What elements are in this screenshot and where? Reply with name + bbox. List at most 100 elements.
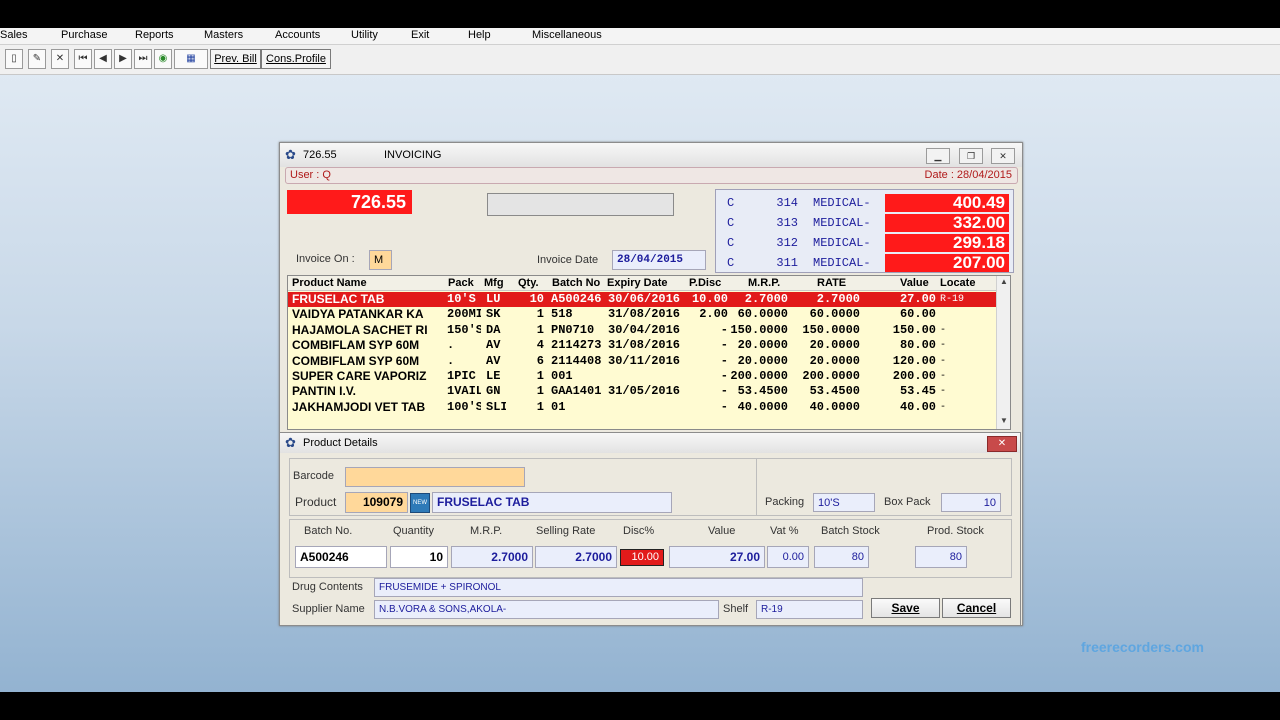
previous-record-icon[interactable]: ◀ — [94, 49, 112, 69]
col-qty: Qty. — [518, 277, 539, 289]
recent-bill-type: C — [727, 196, 735, 210]
cell-batch-no: 01 — [551, 399, 566, 414]
prev-bill-button[interactable]: Prev. Bill — [210, 49, 261, 69]
table-row[interactable]: COMBIFLAM SYP 60M. AV 6 2114408 30/11/2016-2… — [288, 354, 996, 369]
refresh-icon[interactable]: ◉ — [154, 49, 172, 69]
prod-stock-label: Prod. Stock — [927, 525, 984, 537]
menu-exit[interactable]: Exit — [411, 29, 429, 41]
cell-p-disc: - — [720, 338, 728, 353]
cons-profile-button[interactable]: Cons.Profile — [261, 49, 331, 69]
recent-bill-row[interactable]: C 312 MEDICAL- 299.18 — [716, 234, 1013, 252]
col-locate: Locate — [940, 277, 976, 289]
table-row-selected[interactable]: FRUSELAC TAB 10'S LU 10 A500246 30/06/2016 10.… — [288, 292, 996, 307]
mrp-label: M.R.P. — [470, 525, 503, 537]
invoice-on-field[interactable]: M — [369, 250, 392, 270]
save-button[interactable]: Save — [871, 598, 940, 618]
cell-pack: . — [447, 338, 455, 353]
restore-icon[interactable]: ❐ — [959, 148, 983, 164]
new-product-icon[interactable]: NEW — [410, 493, 430, 513]
table-row[interactable]: HAJAMOLA SACHET RI 150'S DA 1 PN0710 30/04/20… — [288, 323, 996, 338]
recent-bill-name: MEDICAL- — [813, 256, 871, 270]
cell-expiry-date: 31/08/2016 — [608, 338, 681, 353]
cell-mfg: DA — [486, 322, 501, 337]
selling-rate-field[interactable]: 2.7000 — [535, 546, 617, 568]
cell-pack: . — [447, 353, 455, 368]
grid-scrollbar[interactable]: ▲ ▼ — [996, 276, 1010, 429]
cell-expiry-date: 30/04/2016 — [608, 322, 681, 337]
cell-batch-no: GAA1401 — [551, 384, 602, 399]
cell-value: 53.45 — [899, 384, 936, 399]
user-date-bar: User : Q Date : 28/04/2015 — [285, 167, 1018, 184]
table-row[interactable]: JAKHAMJODI VET TAB 100'S SLI 1 01-40.0000 40.… — [288, 400, 996, 415]
table-row[interactable]: PANTIN I.V. 1VAIL GN 1 GAA1401 31/05/2016-53.… — [288, 384, 996, 399]
cell-rate: 53.4500 — [809, 384, 860, 399]
search-box[interactable] — [487, 193, 674, 216]
menu-utility[interactable]: Utility — [351, 29, 378, 41]
table-row[interactable]: VAIDYA PATANKAR KA 200MI SK 1 518 31/08/2016 2… — [288, 307, 996, 322]
col-pack: Pack — [448, 277, 474, 289]
product-details-title: Product Details — [303, 437, 378, 449]
recent-bill-row[interactable]: C 313 MEDICAL- 332.00 — [716, 214, 1013, 232]
barcode-field[interactable] — [345, 467, 525, 487]
drug-contents-field[interactable]: FRUSEMIDE + SPIRONOL — [374, 578, 863, 597]
menu-accounts[interactable]: Accounts — [275, 29, 320, 41]
cell-value: 80.00 — [899, 338, 936, 353]
scroll-down-icon[interactable]: ▼ — [1000, 416, 1008, 425]
cell-value: 40.00 — [899, 399, 936, 414]
supplier-name-field[interactable]: N.B.VORA & SONS,AKOLA- — [374, 600, 719, 619]
recent-bills-panel: C 314 MEDICAL- 400.49 C 313 MEDICAL- 332.00 C 312… — [715, 189, 1014, 273]
menu-masters[interactable]: Masters — [204, 29, 243, 41]
col-p-disc: P.Disc — [689, 277, 722, 289]
prod-stock-field[interactable]: 80 — [915, 546, 967, 568]
calculator-icon[interactable]: ▦ — [174, 49, 208, 69]
handshake-icon[interactable]: ✎ — [28, 49, 46, 69]
bottom-black-bar — [0, 692, 1280, 720]
cancel-button[interactable]: Cancel — [942, 598, 1011, 618]
next-record-icon[interactable]: ▶ — [114, 49, 132, 69]
batch-stock-field[interactable]: 80 — [814, 546, 869, 568]
cell-pack: 10'S — [447, 292, 476, 306]
cell-pack: 200MI — [447, 307, 481, 322]
menu-help[interactable]: Help — [468, 29, 491, 41]
cell-rate: 60.0000 — [809, 307, 860, 322]
delete-icon[interactable]: ✕ — [51, 49, 69, 69]
last-record-icon[interactable]: ⏭ — [134, 49, 152, 69]
value-field[interactable]: 27.00 — [669, 546, 765, 568]
menu-miscellaneous[interactable]: Miscellaneous — [532, 29, 602, 41]
close-icon[interactable]: ✕ — [991, 148, 1015, 164]
quantity-field[interactable]: 10 — [390, 546, 448, 568]
new-document-icon[interactable]: ▯ — [5, 49, 23, 69]
cell-expiry-date: 30/11/2016 — [608, 353, 681, 368]
batch-no-field[interactable]: A500246 — [295, 546, 387, 568]
cell-product-name: JAKHAMJODI VET TAB — [292, 399, 426, 414]
cell-batch-no: A500246 — [551, 292, 602, 306]
cell-qty: 6 — [536, 353, 544, 368]
cell-mrp: 200.0000 — [730, 369, 788, 383]
recent-bill-name: MEDICAL- — [813, 216, 871, 230]
table-row[interactable]: SUPER CARE VAPORIZ 1PIC LE 1 001-200.0000 200… — [288, 369, 996, 384]
bill-total-display: 726.55 — [287, 190, 412, 214]
product-code-field[interactable]: 109079 — [345, 492, 408, 513]
menu-reports[interactable]: Reports — [135, 29, 174, 41]
cell-product-name: SUPER CARE VAPORIZ — [292, 369, 427, 383]
col-value: Value — [900, 277, 929, 289]
scroll-up-icon[interactable]: ▲ — [1000, 277, 1008, 286]
menu-purchase[interactable]: Purchase — [61, 29, 107, 41]
product-name-field[interactable]: FRUSELAC TAB — [432, 492, 672, 513]
recent-bill-row[interactable]: C 311 MEDICAL- 207.00 — [716, 254, 1013, 272]
packing-field[interactable]: 10'S — [813, 493, 875, 512]
box-pack-field[interactable]: 10 — [941, 493, 1001, 512]
vat-percent-field[interactable]: 0.00 — [767, 546, 809, 568]
invoice-date-field[interactable]: 28/04/2015 — [612, 250, 706, 270]
mrp-field[interactable]: 2.7000 — [451, 546, 533, 568]
menu-sales[interactable]: Sales — [0, 29, 28, 41]
disc-percent-field[interactable]: 10.00 — [620, 549, 664, 566]
watermark: freerecorders.com — [1081, 639, 1204, 655]
close-icon[interactable]: ✕ — [987, 436, 1017, 452]
recent-bill-row[interactable]: C 314 MEDICAL- 400.49 — [716, 194, 1013, 212]
minimize-icon[interactable]: ▁ — [926, 148, 950, 164]
table-row[interactable]: COMBIFLAM SYP 60M. AV 4 2114273 31/08/2016-2… — [288, 338, 996, 353]
first-record-icon[interactable]: ⏮ — [74, 49, 92, 69]
shelf-field[interactable]: R-19 — [756, 600, 863, 619]
cell-expiry-date: 30/06/2016 — [608, 292, 681, 306]
